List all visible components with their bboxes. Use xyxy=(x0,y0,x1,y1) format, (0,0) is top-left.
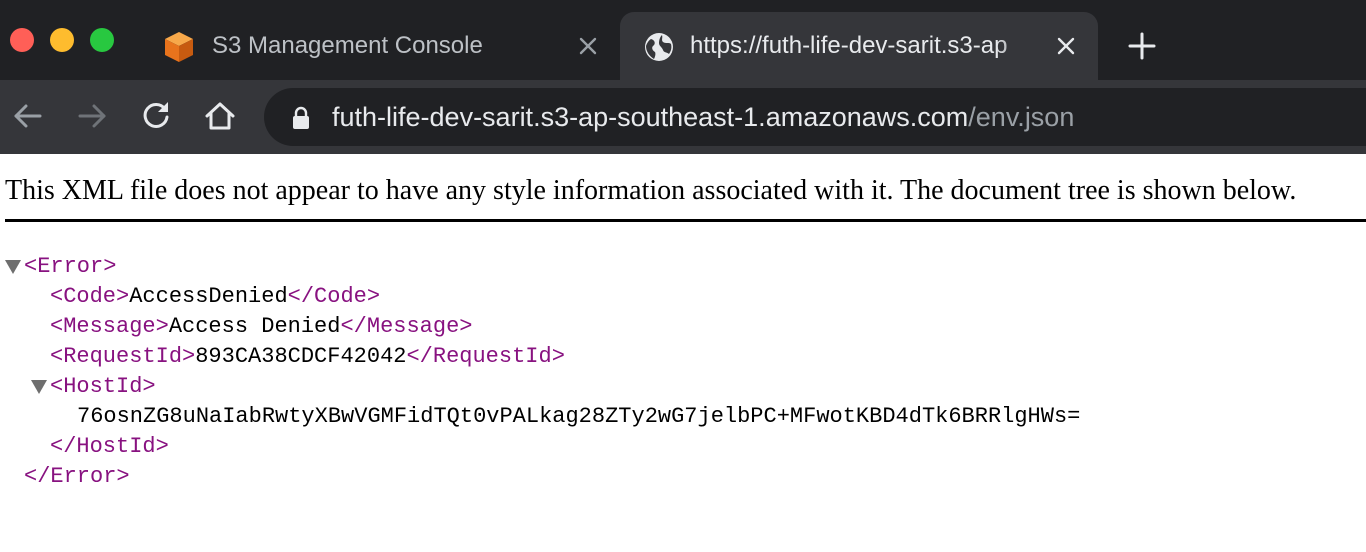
browser-toolbar: futh-life-dev-sarit.s3-ap-southeast-1.am… xyxy=(0,80,1366,154)
tab-title: S3 Management Console xyxy=(212,32,483,59)
xml-line-requestid: <RequestId>893CA38CDCF42042</RequestId> xyxy=(50,342,565,372)
home-icon[interactable] xyxy=(202,98,238,134)
xml-tag: <Error> xyxy=(24,254,117,279)
xml-line-hostid-open: <HostId> xyxy=(50,372,156,402)
close-tab-icon[interactable] xyxy=(574,32,602,60)
url-host: futh-life-dev-sarit.s3-ap-southeast-1.am… xyxy=(332,102,969,132)
xml-tag: </HostId> xyxy=(50,434,169,459)
tab-env-json[interactable]: https://futh-life-dev-sarit.s3-ap xyxy=(620,12,1098,80)
xml-tag: </Error> xyxy=(24,464,130,489)
xml-tag: <RequestId> xyxy=(50,344,196,369)
window-minimize-button[interactable] xyxy=(50,28,74,52)
xml-line-message: <Message>Access Denied</Message> xyxy=(50,312,473,342)
back-arrow-icon[interactable] xyxy=(10,98,46,134)
xml-tag: </Code> xyxy=(287,284,381,309)
xml-line-hostid-close: </HostId> xyxy=(50,432,169,462)
forward-arrow-icon[interactable] xyxy=(74,98,110,134)
xml-value: Access Denied xyxy=(168,314,341,339)
reload-icon[interactable] xyxy=(138,98,174,134)
xml-tag: <Message> xyxy=(50,314,169,339)
xml-line-code: <Code>AccessDenied</Code> xyxy=(50,282,380,312)
aws-s3-icon xyxy=(165,32,193,62)
window-zoom-button[interactable] xyxy=(90,28,114,52)
xml-value: 893CA38CDCF42042 xyxy=(195,344,407,369)
collapse-triangle-icon[interactable] xyxy=(31,380,47,394)
xml-tag: </RequestId> xyxy=(406,344,565,369)
xml-line-error-open: <Error> xyxy=(24,252,116,282)
address-bar[interactable]: futh-life-dev-sarit.s3-ap-southeast-1.am… xyxy=(264,88,1366,146)
url-text[interactable]: futh-life-dev-sarit.s3-ap-southeast-1.am… xyxy=(332,101,1074,133)
xml-value: 76osnZG8uNaIabRwtyXBwVGMFidTQt0vPALkag28… xyxy=(77,404,1081,429)
xml-tag: </Message> xyxy=(340,314,473,339)
new-tab-icon[interactable] xyxy=(1126,30,1158,62)
xml-style-notice: This XML file does not appear to have an… xyxy=(5,175,1297,206)
tab-s3-management-console[interactable]: S3 Management Console xyxy=(140,12,618,80)
xml-line-error-close: </Error> xyxy=(24,462,130,492)
tab-strip: S3 Management Console https://futh-life-… xyxy=(0,0,1366,80)
close-tab-icon[interactable] xyxy=(1052,32,1080,60)
url-path: /env.json xyxy=(968,102,1075,132)
page-content: This XML file does not appear to have an… xyxy=(0,154,1366,552)
xml-tag: <Code> xyxy=(50,284,130,309)
browser-chrome: S3 Management Console https://futh-life-… xyxy=(0,0,1366,154)
notice-divider xyxy=(5,219,1366,222)
window-close-button[interactable] xyxy=(10,28,34,52)
globe-icon xyxy=(645,33,673,61)
xml-value: AccessDenied xyxy=(129,284,288,309)
lock-icon[interactable] xyxy=(290,106,312,130)
xml-tag: <HostId> xyxy=(50,374,156,399)
tab-title: https://futh-life-dev-sarit.s3-ap xyxy=(690,32,1008,59)
xml-line-hostid-value: 76osnZG8uNaIabRwtyXBwVGMFidTQt0vPALkag28… xyxy=(77,402,1080,432)
collapse-triangle-icon[interactable] xyxy=(5,260,21,274)
